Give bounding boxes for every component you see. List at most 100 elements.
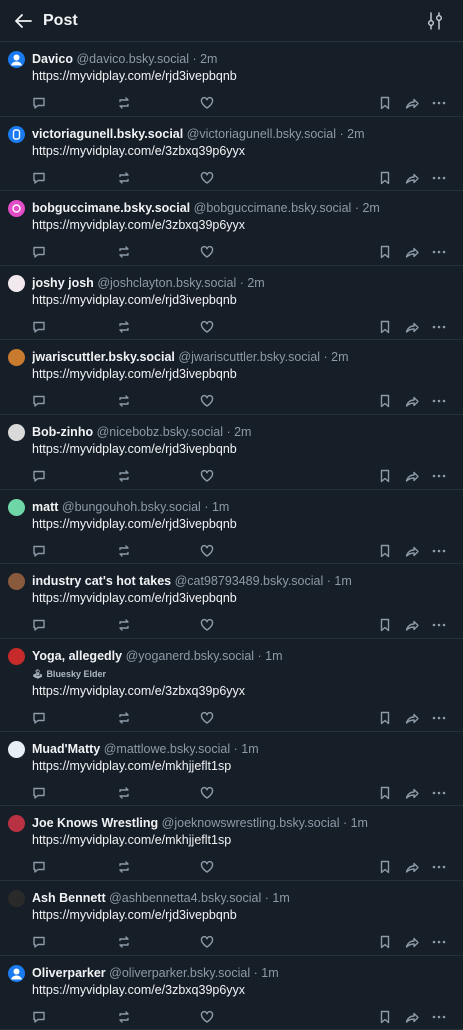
share-icon[interactable] <box>405 469 419 483</box>
bookmark-icon[interactable] <box>378 171 392 185</box>
more-icon[interactable] <box>432 618 446 632</box>
bookmark-icon[interactable] <box>378 786 392 800</box>
post-text[interactable]: https://myvidplay.com/e/3zbxq39p6yyx <box>32 217 245 233</box>
share-icon[interactable] <box>405 860 419 874</box>
repost-icon[interactable] <box>117 860 131 874</box>
handle[interactable]: @bobguccimane.bsky.social <box>194 201 352 215</box>
like-icon[interactable] <box>200 860 214 874</box>
more-icon[interactable] <box>432 245 446 259</box>
more-icon[interactable] <box>432 469 446 483</box>
like-icon[interactable] <box>200 171 214 185</box>
handle[interactable]: @cat98793489.bsky.social <box>175 574 324 588</box>
more-icon[interactable] <box>432 711 446 725</box>
bookmark-icon[interactable] <box>378 320 392 334</box>
reply-item[interactable]: jwariscuttler.bsky.social @jwariscuttler… <box>0 340 463 415</box>
more-icon[interactable] <box>432 544 446 558</box>
share-icon[interactable] <box>405 394 419 408</box>
share-icon[interactable] <box>405 544 419 558</box>
display-name[interactable]: joshy josh <box>32 276 94 290</box>
bookmark-icon[interactable] <box>378 1010 392 1024</box>
reply-icon[interactable] <box>32 394 46 408</box>
reply-item[interactable]: joshy josh @joshclayton.bsky.social · 2m… <box>0 266 463 341</box>
handle[interactable]: @yoganerd.bsky.social <box>126 649 255 663</box>
display-name[interactable]: industry cat's hot takes <box>32 574 171 588</box>
display-name[interactable]: Ash Bennett <box>32 891 106 905</box>
reply-icon[interactable] <box>32 618 46 632</box>
repost-icon[interactable] <box>117 469 131 483</box>
display-name[interactable]: Davico <box>32 52 73 66</box>
share-icon[interactable] <box>405 935 419 949</box>
post-text[interactable]: https://myvidplay.com/e/rjd3ivepbqnb <box>32 68 237 84</box>
bookmark-icon[interactable] <box>378 245 392 259</box>
post-text[interactable]: https://myvidplay.com/e/3zbxq39p6yyx <box>32 683 245 699</box>
reply-icon[interactable] <box>32 860 46 874</box>
more-icon[interactable] <box>432 394 446 408</box>
reply-icon[interactable] <box>32 320 46 334</box>
bookmark-icon[interactable] <box>378 711 392 725</box>
like-icon[interactable] <box>200 469 214 483</box>
like-icon[interactable] <box>200 935 214 949</box>
repost-icon[interactable] <box>117 786 131 800</box>
display-name[interactable]: Muad'Matty <box>32 742 100 756</box>
more-icon[interactable] <box>432 860 446 874</box>
bookmark-icon[interactable] <box>378 860 392 874</box>
reply-icon[interactable] <box>32 544 46 558</box>
repost-icon[interactable] <box>117 1010 131 1024</box>
reply-item[interactable]: victoriagunell.bsky.social @victoriagune… <box>0 117 463 192</box>
repost-icon[interactable] <box>117 544 131 558</box>
like-icon[interactable] <box>200 96 214 110</box>
display-name[interactable]: bobguccimane.bsky.social <box>32 201 190 215</box>
avatar[interactable] <box>8 349 25 367</box>
more-icon[interactable] <box>432 935 446 949</box>
handle[interactable]: @victoriagunell.bsky.social <box>187 127 336 141</box>
share-icon[interactable] <box>405 245 419 259</box>
post-text[interactable]: https://myvidplay.com/e/rjd3ivepbqnb <box>32 366 237 382</box>
display-name[interactable]: jwariscuttler.bsky.social <box>32 350 175 364</box>
reply-icon[interactable] <box>32 786 46 800</box>
reply-item[interactable]: Oliverparker @oliverparker.bsky.social ·… <box>0 956 463 1030</box>
more-icon[interactable] <box>432 171 446 185</box>
bookmark-icon[interactable] <box>378 935 392 949</box>
avatar[interactable] <box>8 964 25 982</box>
display-name[interactable]: Oliverparker <box>32 966 106 980</box>
avatar[interactable] <box>8 125 25 143</box>
share-icon[interactable] <box>405 786 419 800</box>
handle[interactable]: @nicebobz.bsky.social <box>97 425 223 439</box>
handle[interactable]: @joeknowswrestling.bsky.social <box>162 816 340 830</box>
repost-icon[interactable] <box>117 711 131 725</box>
like-icon[interactable] <box>200 544 214 558</box>
like-icon[interactable] <box>200 245 214 259</box>
reply-icon[interactable] <box>32 935 46 949</box>
more-icon[interactable] <box>432 320 446 334</box>
share-icon[interactable] <box>405 171 419 185</box>
share-icon[interactable] <box>405 711 419 725</box>
post-text[interactable]: https://myvidplay.com/e/rjd3ivepbqnb <box>32 441 237 457</box>
share-icon[interactable] <box>405 320 419 334</box>
bookmark-icon[interactable] <box>378 469 392 483</box>
reply-icon[interactable] <box>32 469 46 483</box>
reply-icon[interactable] <box>32 245 46 259</box>
post-text[interactable]: https://myvidplay.com/e/3zbxq39p6yyx <box>32 143 245 159</box>
display-name[interactable]: victoriagunell.bsky.social <box>32 127 183 141</box>
bookmark-icon[interactable] <box>378 96 392 110</box>
avatar[interactable] <box>8 815 25 833</box>
handle[interactable]: @joshclayton.bsky.social <box>97 276 236 290</box>
handle[interactable]: @oliverparker.bsky.social <box>109 966 250 980</box>
post-text[interactable]: https://myvidplay.com/e/rjd3ivepbqnb <box>32 516 237 532</box>
share-icon[interactable] <box>405 618 419 632</box>
handle[interactable]: @mattlowe.bsky.social <box>104 742 230 756</box>
bookmark-icon[interactable] <box>378 544 392 558</box>
reply-item[interactable]: Bob-zinho @nicebobz.bsky.social · 2m htt… <box>0 415 463 490</box>
back-arrow-icon[interactable] <box>12 10 34 32</box>
like-icon[interactable] <box>200 618 214 632</box>
reply-item[interactable]: Joe Knows Wrestling @joeknowswrestling.b… <box>0 806 463 881</box>
reply-item[interactable]: matt @bungouhoh.bsky.social · 1m https:/… <box>0 490 463 565</box>
avatar[interactable] <box>8 423 25 441</box>
avatar[interactable] <box>8 740 25 758</box>
bookmark-icon[interactable] <box>378 618 392 632</box>
like-icon[interactable] <box>200 1010 214 1024</box>
repost-icon[interactable] <box>117 171 131 185</box>
avatar[interactable] <box>8 200 25 218</box>
repost-icon[interactable] <box>117 618 131 632</box>
display-name[interactable]: matt <box>32 500 58 514</box>
